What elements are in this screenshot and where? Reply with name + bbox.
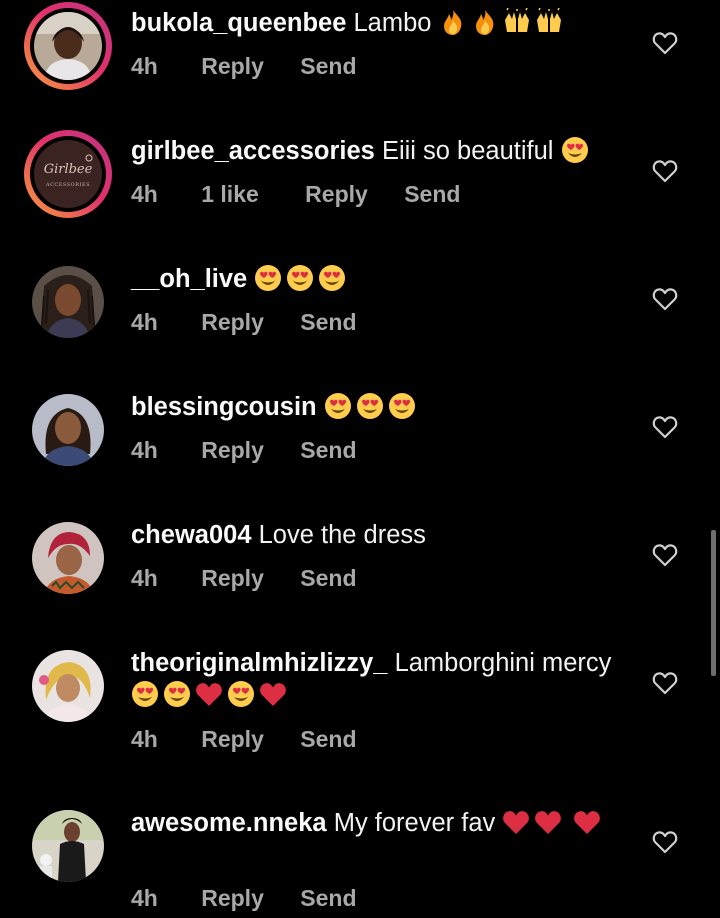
brand-logo-subtext: ACCESSORIES [45,182,91,188]
avatar[interactable]: Girlbee ACCESSORIES [24,130,112,218]
avatar[interactable] [24,2,112,90]
timestamp: 4h [131,565,158,591]
like-heart-icon[interactable] [652,415,678,439]
comment-meta: 4h Reply Send [131,309,357,336]
timestamp: 4h [131,437,158,463]
username[interactable]: awesome.nneka [131,809,327,837]
timestamp: 4h [131,885,158,911]
avatar-image [34,12,102,80]
avatar[interactable] [24,386,112,474]
username[interactable]: blessingcousin [131,393,317,421]
send-button[interactable]: Send [300,309,356,336]
like-heart-icon[interactable] [652,159,678,183]
comment-text: theoriginalmhizlizzy_ Lamborghini mercy [131,647,621,711]
heart-eyes-emoji-icon [132,681,158,707]
avatar[interactable] [24,802,112,890]
brand-logo-text: Girlbee [43,162,93,177]
comment-meta: 4h Reply Send [131,885,357,912]
send-button[interactable]: Send [404,181,460,208]
avatar-image: Girlbee ACCESSORIES [34,140,102,208]
avatar-image [32,394,104,466]
avatar-image [32,266,104,338]
reply-button[interactable]: Reply [201,885,264,912]
reply-button[interactable]: Reply [305,181,368,208]
red-heart-emoji-icon [260,683,286,706]
reply-button[interactable]: Reply [201,53,264,80]
username[interactable]: chewa004 [131,521,252,549]
avatar-image [32,810,104,882]
comment-text: awesome.nneka My forever fav [131,807,621,839]
comment-message: My forever fav [333,809,496,837]
send-button[interactable]: Send [300,53,356,80]
like-count[interactable]: 1 like [201,181,259,208]
heart-eyes-emoji-icon [228,681,254,707]
username[interactable]: __oh_live [131,265,247,293]
send-button[interactable]: Send [300,437,356,464]
avatar-image [32,522,104,594]
comment-text: bukola_queenbee Lambo [131,7,621,39]
heart-eyes-emoji-icon [255,265,282,291]
heart-eyes-emoji-icon [561,137,588,163]
comment-message: Lamborghini mercy [394,649,612,677]
username[interactable]: theoriginalmhizlizzy_ [131,649,387,677]
like-heart-icon[interactable] [652,287,678,311]
timestamp: 4h [131,181,158,207]
red-heart-emoji-icon [196,683,222,706]
comment-meta: 4h Reply Send [131,437,357,464]
scrollbar[interactable] [711,530,716,676]
comment-meta: 4h 1 like Reply Send [131,181,460,208]
fire-emoji-icon [443,10,461,35]
reply-button[interactable]: Reply [201,309,264,336]
comment-meta: 4h Reply Send [131,726,357,753]
comment-meta: 4h Reply Send [131,53,357,80]
comment-message: Love the dress [258,521,426,549]
avatar-image [32,650,104,722]
avatar[interactable] [24,514,112,602]
reply-button[interactable]: Reply [201,726,264,753]
red-heart-emoji-icon [503,811,530,834]
send-button[interactable]: Send [300,565,356,592]
heart-eyes-emoji-icon [319,265,346,291]
heart-eyes-emoji-icon [287,265,314,291]
heart-eyes-emoji-icon [356,393,383,419]
username[interactable]: bukola_queenbee [131,9,346,37]
timestamp: 4h [131,309,158,335]
timestamp: 4h [131,53,158,79]
timestamp: 4h [131,726,158,752]
avatar[interactable] [24,258,112,346]
like-heart-icon[interactable] [652,671,678,695]
like-heart-icon[interactable] [652,830,678,854]
send-button[interactable]: Send [300,726,356,753]
raising-hands-emoji-icon [504,8,529,32]
raising-hands-emoji-icon [536,8,561,32]
heart-eyes-emoji-icon [324,393,351,419]
comment-text: girlbee_accessories Eiii so beautiful [131,135,621,167]
reply-button[interactable]: Reply [201,437,264,464]
heart-eyes-emoji-icon [164,681,190,707]
reply-button[interactable]: Reply [201,565,264,592]
red-heart-emoji-icon [535,811,562,834]
heart-eyes-emoji-icon [388,393,415,419]
send-button[interactable]: Send [300,885,356,912]
username[interactable]: girlbee_accessories [131,137,375,165]
comment-meta: 4h Reply Send [131,565,357,592]
avatar[interactable] [24,642,112,730]
fire-emoji-icon [475,10,493,35]
comment-text: blessingcousin [131,391,621,423]
comment-text: chewa004 Love the dress [131,519,621,551]
like-heart-icon[interactable] [652,543,678,567]
comment-text: __oh_live [131,263,621,295]
like-heart-icon[interactable] [652,31,678,55]
comment-message: Lambo [353,9,432,37]
red-heart-emoji-icon [574,811,601,834]
comment-message: Eiii so beautiful [381,137,554,165]
